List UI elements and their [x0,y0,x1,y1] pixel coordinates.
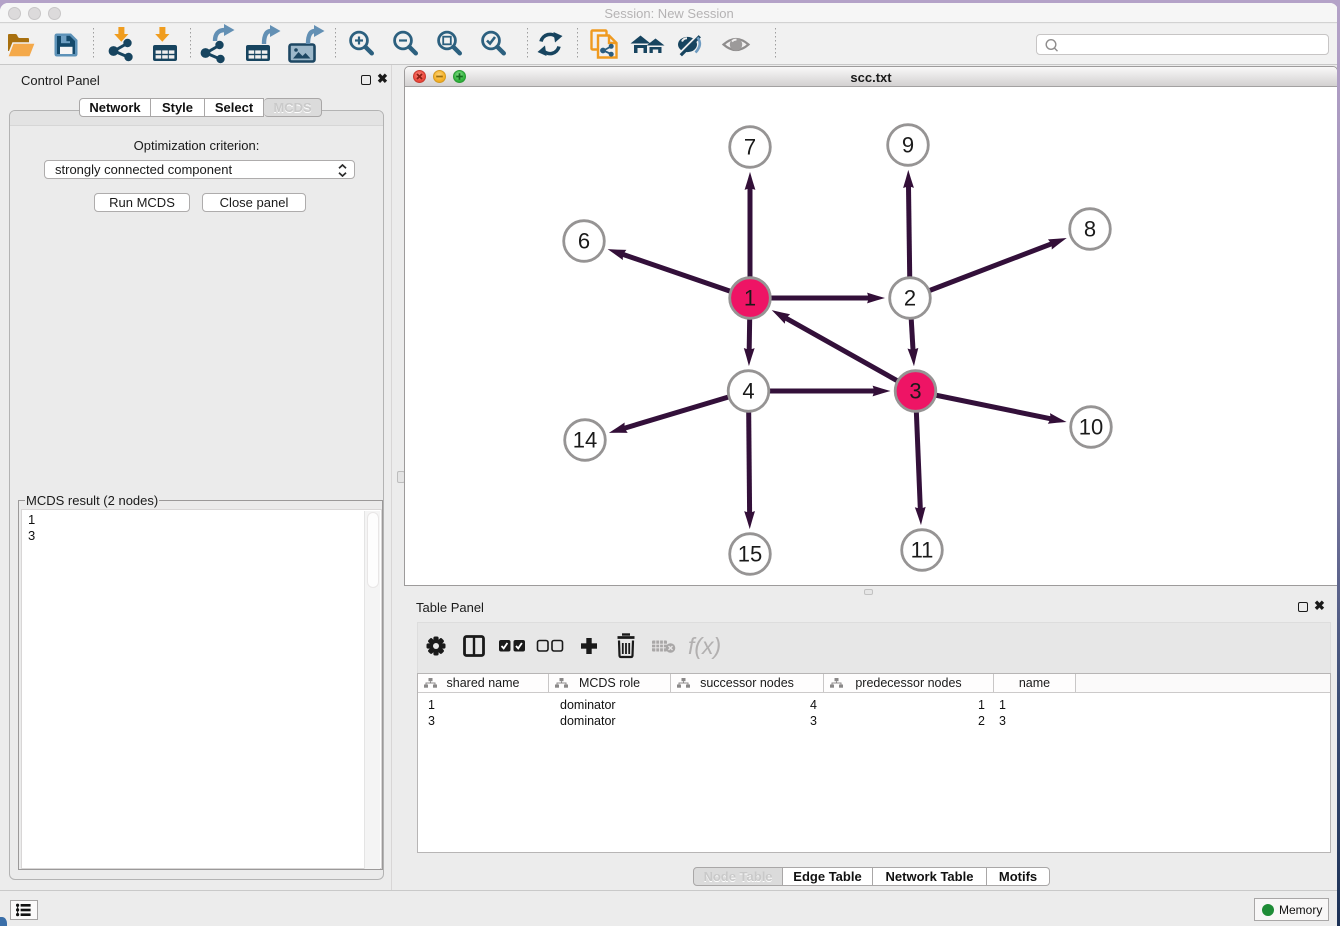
svg-text:1: 1 [744,286,756,311]
svg-text:6: 6 [578,229,590,254]
svg-text:9: 9 [902,133,914,158]
svg-text:11: 11 [911,538,934,563]
svg-text:10: 10 [1079,415,1103,440]
svg-text:3: 3 [909,379,921,404]
svg-text:15: 15 [738,542,762,567]
svg-text:7: 7 [744,135,756,160]
svg-text:4: 4 [742,379,754,404]
svg-text:14: 14 [573,428,597,453]
svg-text:8: 8 [1084,217,1096,242]
svg-text:f(x): f(x) [688,633,721,659]
svg-text:2: 2 [904,286,916,311]
